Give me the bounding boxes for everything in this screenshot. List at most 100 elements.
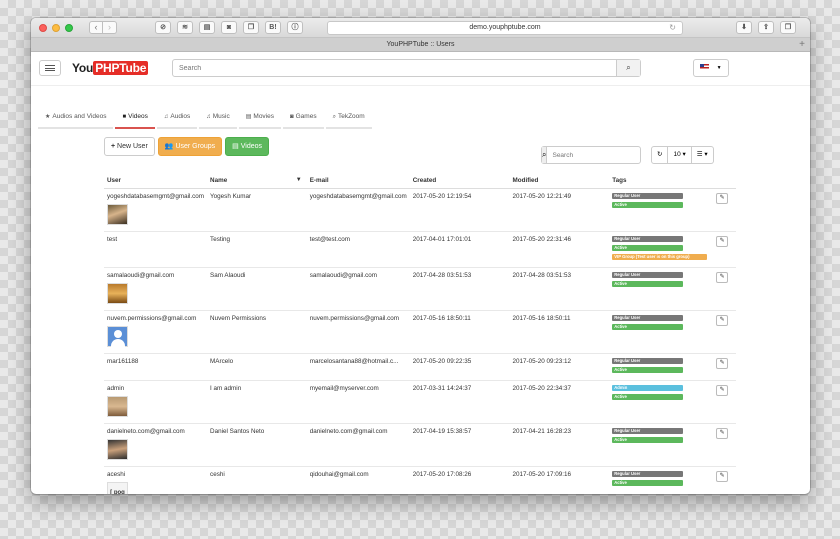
block-icon[interactable]: ⊘ [155,21,171,34]
layers-icon[interactable]: ≋ [177,21,193,34]
users-icon: 👥 [164,143,174,150]
cell-email-text: marcelosantana88@hotmail.c... [309,357,399,365]
col-tags[interactable]: Tags [609,173,714,189]
columns-button[interactable]: ☰ ▾ [691,146,714,164]
category-tab[interactable]: ★ Audios and Videos [38,110,114,129]
videos-button[interactable]: ▤ Videos [225,137,269,156]
category-tab[interactable]: ■ Videos [115,110,155,129]
browser-titlebar: ‹ › ⊘ ≋ ▤ ◙ ❐ B! ⓘ demo.youphptube.com ↻… [31,18,810,38]
table-row: test Testing test@test.com 2017-04-01 17:01… [104,231,736,268]
edit-icon[interactable]: ✎ [716,192,729,204]
minimize-window-button[interactable] [52,24,60,32]
col-user[interactable]: User [104,173,208,189]
edit-icon[interactable]: ✎ [716,271,729,283]
category-tab-label: Music [212,113,230,120]
cell-user-text: test [107,235,118,243]
edit-icon[interactable]: ✎ [716,427,729,439]
info-icon[interactable]: ⓘ [287,21,303,34]
site-logo[interactable]: You PHPTube [72,61,149,75]
edit-icon[interactable]: ✎ [716,384,729,396]
users-table: User Name ▼ E-mail Created Modified Tags … [104,173,736,494]
cell-email: test@test.com [306,231,410,268]
page-size-select[interactable]: 10 ▾ [668,146,692,164]
new-tab-icon[interactable]: + [799,38,805,51]
cell-name-text: ceshi [210,470,225,478]
status-badge: Active [612,280,684,287]
table-row: danielneto.com@gmail.com Daniel Santos Ne… [104,423,736,467]
cell-actions: ✎ [713,380,736,424]
status-badge: Regular User [612,427,684,434]
cell-created-text: 2017-03-31 14:24:37 [412,384,472,392]
category-tab[interactable]: ⌕ TekZoom [325,110,372,129]
col-name[interactable]: Name ▼ [207,173,307,189]
col-created[interactable]: Created [409,173,510,189]
refresh-button[interactable]: ↻ [651,146,669,164]
cell-email: marcelosantana88@hotmail.c... [306,353,410,381]
cell-modified-text: 2017-05-20 22:34:37 [512,384,571,392]
sort-desc-icon[interactable]: ▼ [296,177,302,183]
category-tab-label: Audios and Videos [52,113,107,120]
category-tab-label: Audios [170,113,191,120]
cell-actions: ✎ [713,310,736,354]
site-header: YouPHPTube ⌕ ▼ [31,52,810,86]
camera-icon[interactable]: ◙ [221,21,237,34]
cell-name: MArcelo [207,353,307,381]
col-modified[interactable]: Modified [509,173,610,189]
cell-user: danielneto.com@gmail.com [104,423,208,467]
col-email[interactable]: E-mail [306,173,410,189]
search-icon[interactable]: ⌕ [616,60,640,76]
bi-icon[interactable]: B! [265,21,281,34]
edit-icon[interactable]: ✎ [716,357,729,369]
cell-user-text: aceshi [107,470,126,478]
new-user-button[interactable]: + New User [104,137,155,156]
category-tab[interactable]: ▤ Movies [238,110,281,129]
category-tab[interactable]: ◙ Games [283,110,324,129]
cell-email-text: myemail@myserver.com [309,384,379,392]
cell-name-text: Sam Alaoudi [210,271,246,279]
cell-name-text: MArcelo [210,357,234,365]
video-icon: ■ [122,114,127,120]
cell-tags: Regular User Active [609,310,714,354]
cell-email: yogeshdatabasemgmt@gmail.com [306,188,410,232]
cell-created-text: 2017-05-20 12:19:54 [412,192,472,200]
cell-created: 2017-04-19 15:38:57 [409,423,510,467]
user-groups-button[interactable]: 👥 User Groups [157,137,223,156]
edit-icon[interactable]: ✎ [716,235,729,247]
status-badge: Active [612,201,684,208]
avatar: [ pog [107,481,128,494]
forward-button[interactable]: › [103,21,117,34]
copy-icon[interactable]: ❐ [243,21,259,34]
cell-email: nuvem.permissions@gmail.com [306,310,410,354]
browser-tab[interactable]: YouPHPTube :: Users + [31,38,810,52]
menu-button[interactable] [39,60,61,76]
cell-user: test [104,231,208,268]
cell-email: samalaoudi@gmail.com [306,267,410,311]
close-window-button[interactable] [39,24,47,32]
table-search-input[interactable] [547,147,641,163]
reload-icon[interactable]: ↻ [669,22,676,34]
cell-user-text: yogeshdatabasemgmt@gmail.com [107,192,205,200]
tab-title: YouPHPTube :: Users [386,41,455,48]
edit-icon[interactable]: ✎ [716,314,729,326]
tabs-icon[interactable]: ❐ [780,21,796,34]
edit-icon[interactable]: ✎ [716,470,729,482]
window-icon[interactable]: ▤ [199,21,215,34]
cell-modified: 2017-04-28 03:51:53 [509,267,610,311]
cell-name-text: I am admin [210,384,242,392]
category-tab[interactable]: ♫ Music [199,110,237,129]
back-button[interactable]: ‹ [89,21,103,34]
cell-modified-text: 2017-05-20 17:09:16 [512,470,571,478]
address-bar[interactable]: demo.youphptube.com ↻ [327,21,683,35]
category-tab-label: Videos [128,113,148,120]
status-badge: Active [612,323,684,330]
headphones-icon: ♫ [163,114,169,120]
cell-tags: Regular User Active [609,353,714,381]
site-search-input[interactable] [173,60,616,76]
share-icon[interactable]: ⇪ [758,21,774,34]
language-select[interactable]: ▼ [693,59,729,77]
cell-modified: 2017-05-20 22:31:46 [509,231,610,268]
cell-user: admin [104,380,208,424]
category-tab[interactable]: ♫ Audios [156,110,198,129]
maximize-window-button[interactable] [65,24,73,32]
download-icon[interactable]: ⬇ [736,21,752,34]
